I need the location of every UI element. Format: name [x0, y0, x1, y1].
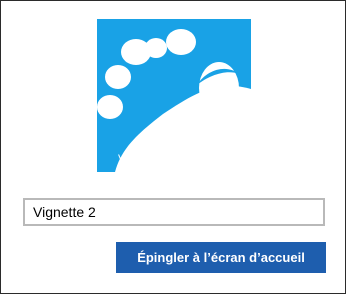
foot-icon: [97, 19, 251, 172]
tile-label: Vignette 2: [118, 153, 123, 165]
pin-to-start-button[interactable]: Épingler à l’écran d’accueil: [116, 242, 326, 273]
pin-to-start-dialog: Vignette 2 Épingler à l’écran d’accueil: [0, 0, 346, 294]
tile-name-input[interactable]: [23, 198, 325, 226]
tile-preview: Vignette 2: [97, 19, 251, 172]
